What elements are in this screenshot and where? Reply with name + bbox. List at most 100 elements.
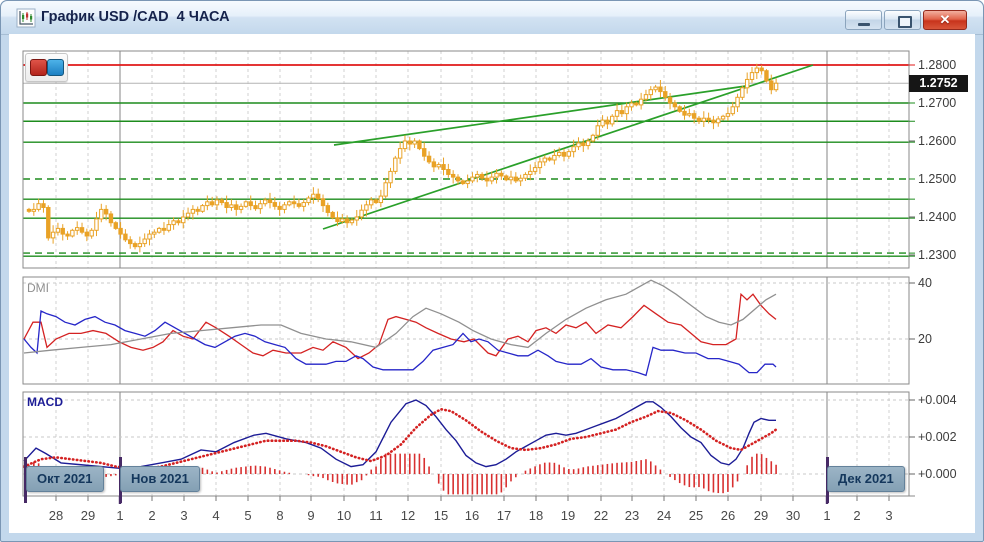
x-axis-label: 17 <box>497 508 511 523</box>
x-axis-label: 29 <box>81 508 95 523</box>
candle-body <box>283 205 286 210</box>
candle-body <box>596 126 599 136</box>
candle-body <box>389 171 392 182</box>
candle-body <box>741 88 744 98</box>
candle-body <box>548 158 551 160</box>
x-axis-label: 3 <box>885 508 892 523</box>
price-axis-label: 1.2300 <box>918 248 956 262</box>
candle-body <box>745 79 748 87</box>
macd-panel-label: MACD <box>27 395 63 409</box>
candle-body <box>707 118 710 120</box>
candle-body <box>538 162 541 168</box>
candle-body <box>654 87 657 90</box>
price-axis-label: 1.2700 <box>918 96 956 110</box>
candle-body <box>697 118 700 121</box>
candle-body <box>774 83 777 89</box>
candles <box>27 64 778 253</box>
x-axis-label: 26 <box>721 508 735 523</box>
candle-body <box>514 177 517 181</box>
candle-body <box>504 176 507 180</box>
candle-body <box>350 220 353 223</box>
candle-body <box>649 90 652 95</box>
candle-body <box>302 203 305 207</box>
candle-body <box>196 209 199 211</box>
candle-body <box>133 244 136 247</box>
candle-body <box>524 174 527 178</box>
candle-body <box>456 177 459 181</box>
candle-body <box>606 120 609 124</box>
candle-body <box>562 152 565 156</box>
sell-button[interactable] <box>30 59 47 76</box>
candle-body <box>558 152 561 155</box>
candle-body <box>307 198 310 203</box>
candle-body <box>683 111 686 115</box>
candle-body <box>721 116 724 119</box>
candle-body <box>712 120 715 123</box>
candle-body <box>601 120 604 126</box>
candle-body <box>345 219 348 223</box>
x-axis-label: 30 <box>786 508 800 523</box>
candle-body <box>114 223 117 229</box>
candle-body <box>582 143 585 146</box>
candle-body <box>153 232 156 234</box>
candle-body <box>374 200 377 203</box>
candle-body <box>80 228 83 233</box>
x-axis-label: 15 <box>434 508 448 523</box>
candle-body <box>755 68 758 73</box>
candle-body <box>615 111 618 117</box>
candle-body <box>611 116 614 124</box>
candle-body <box>480 174 483 178</box>
candle-body <box>692 114 695 119</box>
candle-body <box>625 107 628 114</box>
dmi-series <box>24 280 776 375</box>
candle-body <box>292 202 295 204</box>
chart-canvas[interactable]: 1.28001.27001.26001.25001.24001.23004020… <box>1 1 984 542</box>
candle-body <box>341 219 344 222</box>
candle-body <box>254 206 257 209</box>
candle-body <box>326 206 329 213</box>
candle-body <box>143 239 146 244</box>
candle-body <box>630 103 633 107</box>
candle-body <box>336 218 339 222</box>
candle-body <box>331 212 334 217</box>
macd-axis-label: +0.004 <box>918 393 957 407</box>
candle-body <box>688 114 691 116</box>
candle-body <box>760 68 763 71</box>
candle-body <box>312 194 315 198</box>
x-axis-label: 9 <box>307 508 314 523</box>
candle-body <box>37 204 40 210</box>
candle-body <box>85 232 88 236</box>
candle-body <box>384 183 387 196</box>
candle-body <box>644 95 647 100</box>
candle-body <box>413 141 416 144</box>
x-axis-label: 28 <box>49 508 63 523</box>
candle-body <box>119 228 122 234</box>
candle-body <box>731 107 734 114</box>
dmi-plusminus-di-line <box>24 294 776 358</box>
price-axis-label: 1.2600 <box>918 134 956 148</box>
candle-body <box>210 202 213 205</box>
x-axis-label: 2 <box>148 508 155 523</box>
candle-body <box>162 228 165 230</box>
candle-body <box>206 202 209 206</box>
candle-body <box>225 203 228 208</box>
candle-body <box>529 171 532 174</box>
x-axis-label: 12 <box>401 508 415 523</box>
candle-body <box>490 177 493 181</box>
x-axis-label: 23 <box>625 508 639 523</box>
candle-body <box>620 111 623 114</box>
candle-body <box>437 165 440 167</box>
x-axis-label: 22 <box>594 508 608 523</box>
candle-body <box>639 99 642 105</box>
candle-body <box>664 92 667 98</box>
candle-body <box>32 209 35 211</box>
candle-body <box>659 87 662 92</box>
candle-body <box>167 225 170 231</box>
dmi-axis-label: 20 <box>918 332 932 346</box>
buy-button[interactable] <box>47 59 64 76</box>
candle-body <box>370 200 373 205</box>
candle-body <box>317 194 320 199</box>
candle-body <box>398 149 401 159</box>
candle-body <box>273 203 276 207</box>
candle-body <box>239 206 242 209</box>
